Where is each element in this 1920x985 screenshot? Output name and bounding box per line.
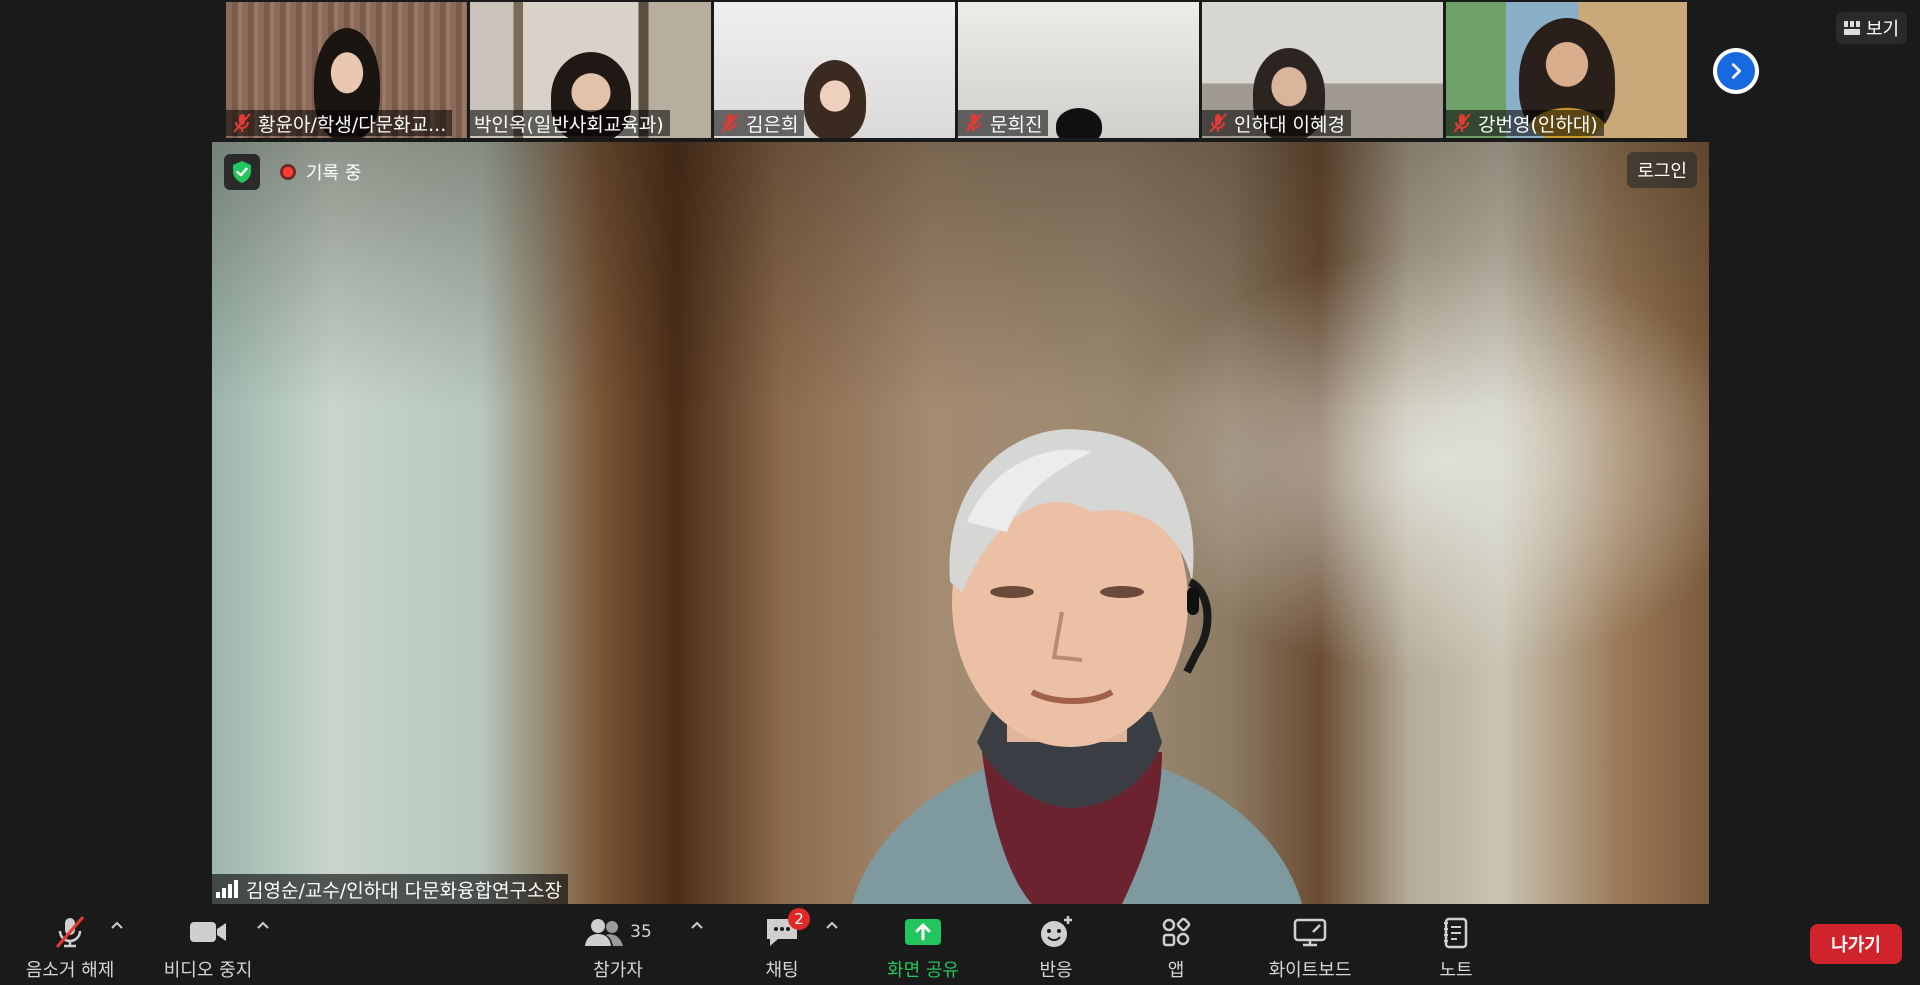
stop-video-label: 비디오 중지 [163, 960, 253, 981]
login-button[interactable]: 로그인 [1627, 152, 1697, 188]
reactions-label: 반응 [1039, 960, 1073, 981]
speaker-name: 김영순/교수/인하대 다문화융합연구소장 [246, 879, 563, 902]
security-shield-icon[interactable] [224, 154, 260, 190]
participant-thumbnail[interactable]: 황윤아/학생/다문화교... [226, 2, 467, 138]
participant-namebar: 황윤아/학생/다문화교... [226, 110, 453, 136]
mic-muted-icon [52, 912, 88, 952]
participants-options-caret-icon[interactable] [688, 918, 706, 932]
meeting-toolbar: 음소거 해제 비디오 중지 35 참가자 2 채팅 화면 공유 반응 앱 화이트… [0, 904, 1920, 985]
recording-label: 기록 중 [306, 163, 362, 184]
reactions-button[interactable]: 반응 [1030, 912, 1082, 982]
apps-label: 앱 [1167, 960, 1185, 981]
notes-icon [1442, 912, 1470, 952]
participant-name: 황윤아/학생/다문화교... [258, 113, 447, 136]
chat-button[interactable]: 2 채팅 [748, 908, 816, 982]
audio-options-caret-icon[interactable] [108, 918, 126, 932]
mic-muted-icon [233, 113, 251, 133]
apps-button[interactable]: 앱 [1160, 912, 1192, 982]
stop-video-button[interactable]: 비디오 중지 [158, 912, 258, 982]
speaker-namebar: 김영순/교수/인하대 다문화융합연구소장 [212, 874, 569, 904]
participant-namebar: 인하대 이혜경 [1202, 110, 1351, 136]
participant-thumbnail-strip: 황윤아/학생/다문화교... 박인옥(일반사회교육과) 김은희 문희진 인하대 … [226, 2, 1687, 138]
mic-muted-icon [965, 113, 983, 133]
share-screen-label: 화면 공유 [887, 960, 959, 981]
participants-button[interactable]: 35 참가자 [580, 912, 656, 982]
participant-thumbnail[interactable]: 문희진 [958, 2, 1199, 138]
signal-strength-icon [216, 880, 238, 898]
next-page-button[interactable] [1713, 48, 1759, 94]
share-screen-button[interactable]: 화면 공유 [874, 912, 972, 982]
whiteboard-label: 화이트보드 [1268, 960, 1352, 981]
unmute-label: 음소거 해제 [25, 960, 115, 981]
participant-name: 김은희 [746, 113, 799, 136]
grid-icon [1844, 21, 1860, 35]
notes-button[interactable]: 노트 [1436, 912, 1476, 982]
view-button[interactable]: 보기 [1836, 12, 1908, 44]
whiteboard-button[interactable]: 화이트보드 [1260, 912, 1360, 982]
participant-figure [803, 60, 866, 138]
chevron-right-icon [1717, 52, 1755, 90]
video-camera-icon [188, 912, 228, 952]
participant-thumbnail[interactable]: 인하대 이혜경 [1202, 2, 1443, 138]
participant-thumbnail[interactable]: 박인옥(일반사회교육과) [470, 2, 711, 138]
view-label: 보기 [1866, 19, 1900, 40]
participant-namebar: 박인옥(일반사회교육과) [470, 110, 670, 136]
participants-count: 35 [630, 922, 652, 942]
active-speaker-video: 기록 중 로그인 김영순/교수/인하대 다문화융합연구소장 [212, 142, 1709, 904]
chat-bubble-icon: 2 [764, 908, 810, 952]
unmute-button[interactable]: 음소거 해제 [20, 912, 120, 982]
participant-figure [1055, 108, 1102, 138]
chat-unread-badge: 2 [788, 908, 810, 930]
notes-label: 노트 [1439, 960, 1473, 981]
emoji-reaction-icon [1038, 912, 1074, 952]
participant-thumbnail[interactable]: 강번영(인하대) [1446, 2, 1687, 138]
chat-options-caret-icon[interactable] [823, 918, 841, 932]
mic-muted-icon [1453, 113, 1471, 133]
whiteboard-icon [1293, 912, 1327, 952]
apps-icon [1161, 912, 1191, 952]
participant-name: 문희진 [990, 113, 1043, 136]
recording-indicator[interactable]: 기록 중 [280, 158, 361, 186]
speaker-figure [852, 429, 1302, 904]
participant-name: 인하대 이혜경 [1234, 113, 1345, 136]
chat-label: 채팅 [765, 960, 799, 981]
participant-namebar: 김은희 [714, 110, 805, 136]
participants-icon: 35 [584, 912, 652, 952]
mic-muted-icon [1209, 113, 1227, 133]
video-options-caret-icon[interactable] [254, 918, 272, 932]
participant-thumbnail[interactable]: 김은희 [714, 2, 955, 138]
leave-meeting-button[interactable]: 나가기 [1810, 924, 1902, 964]
record-dot-icon [280, 164, 296, 180]
participant-namebar: 문희진 [958, 110, 1049, 136]
participants-label: 참가자 [593, 960, 643, 981]
participant-namebar: 강번영(인하대) [1446, 110, 1604, 136]
share-screen-icon [903, 912, 943, 952]
participant-name: 강번영(인하대) [1478, 113, 1598, 136]
mic-muted-icon [721, 113, 739, 133]
participant-name: 박인옥(일반사회교육과) [474, 113, 664, 136]
